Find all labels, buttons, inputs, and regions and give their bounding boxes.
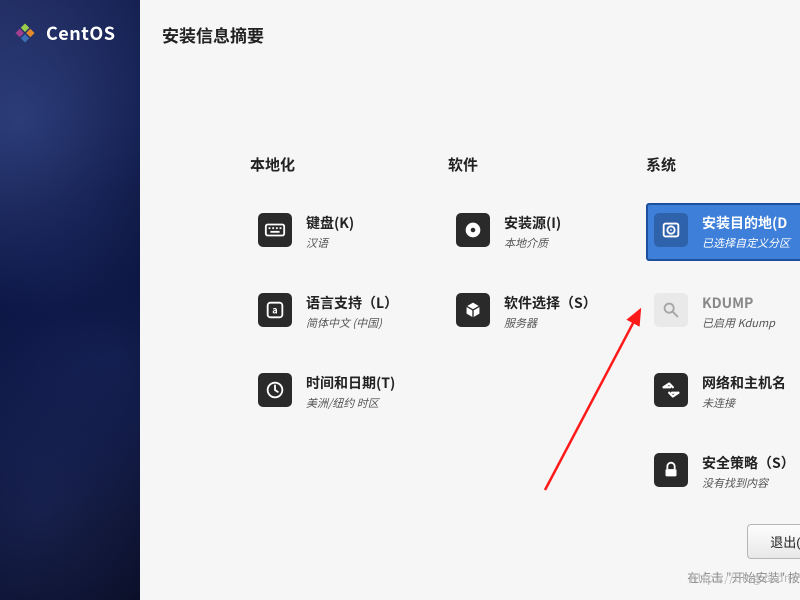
package-icon [456, 293, 490, 327]
centos-logo-icon [10, 18, 40, 48]
spoke-title: 安全策略（S） [702, 453, 795, 473]
spoke-title: 安装目的地(D [702, 213, 790, 233]
network-icon [654, 373, 688, 407]
brand-logo: CentOS [0, 0, 140, 66]
spoke-sub: 没有找到内容 [702, 475, 795, 491]
spoke-sub: 已启用 Kdump [702, 315, 775, 331]
search-icon [654, 293, 688, 327]
brand-name: CentOS [46, 20, 115, 46]
spoke-sub: 美洲/纽约 时区 [306, 395, 395, 411]
spoke-title: 软件选择（S） [504, 293, 597, 313]
spoke-datetime[interactable]: 时间和日期(T) 美洲/纽约 时区 [250, 363, 448, 421]
spoke-install-destination[interactable]: 安装目的地(D 已选择自定义分区 [646, 203, 800, 261]
category-software: 软件 安装源(I) 本地介质 软件选择（S） [448, 154, 646, 523]
spoke-sub: 未连接 [702, 395, 786, 411]
spoke-sub: 汉语 [306, 235, 354, 251]
spoke-keyboard[interactable]: 键盘(K) 汉语 [250, 203, 448, 261]
clock-icon [258, 373, 292, 407]
spoke-sub: 本地介质 [504, 235, 561, 251]
disc-icon [456, 213, 490, 247]
spoke-install-source[interactable]: 安装源(I) 本地介质 [448, 203, 646, 261]
category-title-software: 软件 [448, 154, 646, 175]
spoke-title: 语言支持（L） [306, 293, 398, 313]
spoke-title: 安装源(I) [504, 213, 561, 233]
main-panel: 安装信息摘要 CENTO cn 本地化 键盘(K) [140, 0, 800, 600]
spoke-sub: 服务器 [504, 315, 597, 331]
footer: 退出(Q) 在点击 "开始安装" 按钮前我 [140, 512, 800, 600]
page-title: 安装信息摘要 [162, 22, 264, 47]
spoke-network[interactable]: 网络和主机名 未连接 [646, 363, 800, 421]
category-system: 系统 安装目的地(D 已选择自定义分区 KDUMP [646, 154, 800, 523]
spoke-kdump[interactable]: KDUMP 已启用 Kdump [646, 283, 800, 341]
category-title-localization: 本地化 [250, 154, 448, 175]
language-icon: a [258, 293, 292, 327]
button-row: 退出(Q) [140, 524, 800, 559]
lock-icon [654, 453, 688, 487]
spoke-title: 网络和主机名 [702, 373, 786, 393]
spoke-security[interactable]: 安全策略（S） 没有找到内容 [646, 443, 800, 501]
sidebar: CentOS [0, 0, 140, 600]
installer-root: CentOS 安装信息摘要 CENTO cn 本地化 [0, 0, 800, 600]
quit-button[interactable]: 退出(Q) [747, 524, 800, 559]
category-title-system: 系统 [646, 154, 800, 175]
spoke-title: KDUMP [702, 293, 775, 313]
categories: 本地化 键盘(K) 汉语 a 语言支持（L） [140, 84, 800, 523]
spoke-title: 时间和日期(T) [306, 373, 395, 393]
spoke-language[interactable]: a 语言支持（L） 简体中文 (中国) [250, 283, 448, 341]
spoke-sub: 简体中文 (中国) [306, 315, 398, 331]
spoke-title: 键盘(K) [306, 213, 354, 233]
category-localization: 本地化 键盘(K) 汉语 a 语言支持（L） [250, 154, 448, 523]
spoke-software-selection[interactable]: 软件选择（S） 服务器 [448, 283, 646, 341]
svg-text:a: a [272, 303, 277, 317]
header: 安装信息摘要 CENTO cn [140, 0, 800, 84]
footer-hint: 在点击 "开始安装" 按钮前我 [140, 569, 800, 586]
spoke-sub: 已选择自定义分区 [702, 235, 790, 251]
harddisk-icon [654, 213, 688, 247]
keyboard-icon [258, 213, 292, 247]
